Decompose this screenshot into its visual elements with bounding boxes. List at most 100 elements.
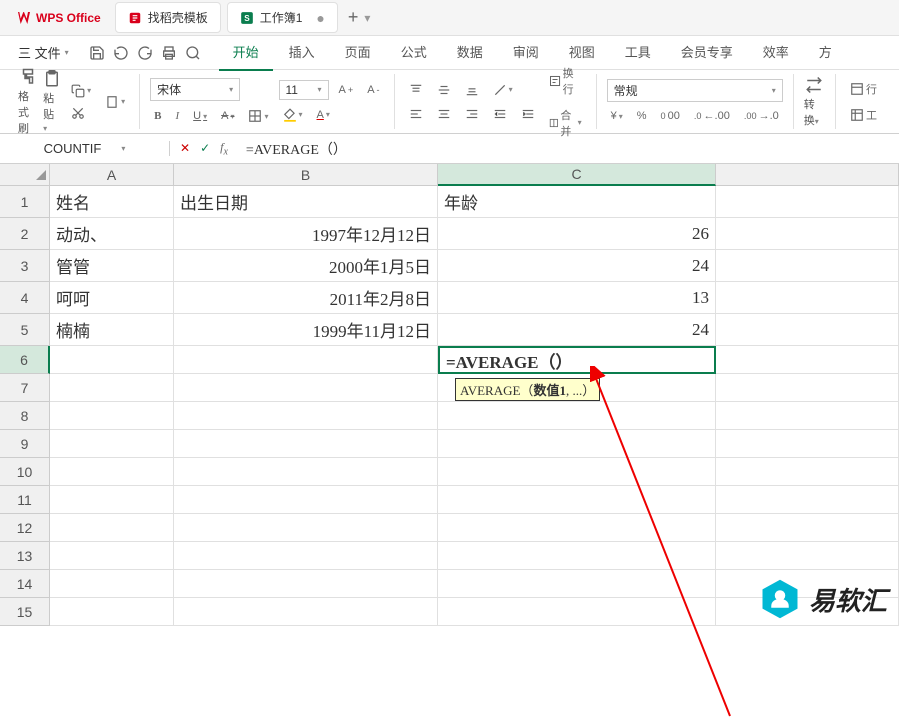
cell[interactable]: [438, 570, 716, 598]
cancel-icon[interactable]: ✕: [180, 141, 190, 155]
formula-input[interactable]: =AVERAGE（）: [238, 139, 899, 159]
cell[interactable]: [438, 402, 716, 430]
cell[interactable]: [716, 314, 899, 346]
cell[interactable]: [716, 218, 899, 250]
italic-button[interactable]: I: [171, 108, 183, 124]
new-tab-button[interactable]: +: [348, 7, 359, 28]
row-header[interactable]: 15: [0, 598, 50, 626]
cell[interactable]: 24: [438, 314, 716, 346]
cell[interactable]: [716, 346, 899, 374]
font-size-select[interactable]: 11▾: [279, 80, 329, 100]
orientation-icon[interactable]: ▾: [489, 81, 517, 99]
cell[interactable]: [716, 186, 899, 218]
cell[interactable]: [438, 598, 716, 626]
decrease-decimal-icon[interactable]: .00→.0: [740, 108, 783, 124]
indent-right-icon[interactable]: [517, 105, 539, 123]
clipboard-icon[interactable]: ▾: [101, 93, 129, 111]
tab-efficiency[interactable]: 效率: [749, 34, 803, 71]
cell[interactable]: [50, 598, 174, 626]
cell[interactable]: [438, 486, 716, 514]
increase-decimal-icon[interactable]: .0←.00: [690, 108, 734, 124]
row-header[interactable]: 10: [0, 458, 50, 486]
redo-icon[interactable]: [137, 45, 153, 61]
convert-button[interactable]: 转换▾: [804, 76, 825, 128]
cell[interactable]: 出生日期: [174, 186, 438, 218]
row-header[interactable]: 8: [0, 402, 50, 430]
cell[interactable]: 1997年12月12日: [174, 218, 438, 250]
cell[interactable]: 动动、: [50, 218, 174, 250]
cell[interactable]: [50, 402, 174, 430]
cell[interactable]: [716, 402, 899, 430]
tab-page[interactable]: 页面: [331, 34, 385, 71]
indent-left-icon[interactable]: [489, 105, 511, 123]
increase-font-icon[interactable]: A+: [335, 82, 358, 98]
cell[interactable]: [50, 458, 174, 486]
cell[interactable]: [438, 542, 716, 570]
confirm-icon[interactable]: ✓: [200, 141, 210, 155]
cell[interactable]: [174, 458, 438, 486]
cell[interactable]: [438, 346, 716, 374]
bold-button[interactable]: B: [150, 108, 165, 124]
row-header[interactable]: 6: [0, 346, 50, 374]
align-top-icon[interactable]: [405, 81, 427, 99]
col-header-c[interactable]: C: [438, 164, 716, 186]
row-col-button[interactable]: 行: [846, 79, 881, 99]
align-left-icon[interactable]: [405, 105, 427, 123]
name-box[interactable]: COUNTIF▾: [0, 141, 170, 156]
tab-insert[interactable]: 插入: [275, 34, 329, 71]
cell[interactable]: 24: [438, 250, 716, 282]
tab-member[interactable]: 会员专享: [667, 34, 747, 71]
cell[interactable]: 1999年11月12日: [174, 314, 438, 346]
cell[interactable]: [438, 458, 716, 486]
cell[interactable]: [50, 374, 174, 402]
font-family-select[interactable]: 宋体▾: [150, 78, 240, 101]
align-right-icon[interactable]: [461, 105, 483, 123]
fx-icon[interactable]: fx: [220, 140, 228, 157]
cell[interactable]: [50, 570, 174, 598]
tab-data[interactable]: 数据: [443, 34, 497, 71]
percent-icon[interactable]: %: [633, 108, 651, 124]
row-header[interactable]: 12: [0, 514, 50, 542]
row-header[interactable]: 1: [0, 186, 50, 218]
cell[interactable]: 呵呵: [50, 282, 174, 314]
cell[interactable]: 13: [438, 282, 716, 314]
decrease-font-icon[interactable]: A-: [363, 82, 383, 98]
strikethrough-button[interactable]: A▾: [217, 108, 238, 124]
cell[interactable]: [174, 486, 438, 514]
tab-close-icon[interactable]: ●: [316, 10, 324, 26]
merge-cells-button[interactable]: 合并▾: [545, 105, 586, 141]
row-header[interactable]: 9: [0, 430, 50, 458]
format-painter-button[interactable]: 格式刷: [18, 68, 37, 136]
cell[interactable]: [716, 514, 899, 542]
preview-icon[interactable]: [185, 45, 201, 61]
paste-button[interactable]: 粘贴 ▾: [43, 70, 61, 134]
row-header[interactable]: 5: [0, 314, 50, 346]
currency-icon[interactable]: ¥▾: [607, 108, 627, 124]
underline-button[interactable]: U▾: [189, 108, 211, 124]
row-header[interactable]: 3: [0, 250, 50, 282]
cell[interactable]: [716, 486, 899, 514]
cell[interactable]: [438, 430, 716, 458]
cell[interactable]: [174, 570, 438, 598]
cell[interactable]: [716, 458, 899, 486]
tab-formula[interactable]: 公式: [387, 34, 441, 71]
cell[interactable]: 管管: [50, 250, 174, 282]
cell[interactable]: [174, 430, 438, 458]
col-header-b[interactable]: B: [174, 164, 438, 186]
worksheet-button[interactable]: 工: [846, 105, 881, 125]
col-header-a[interactable]: A: [50, 164, 174, 186]
tab-menu-icon[interactable]: ▾: [364, 11, 370, 25]
cell[interactable]: [438, 514, 716, 542]
thousands-icon[interactable]: 000: [657, 108, 684, 124]
cell[interactable]: [716, 374, 899, 402]
print-icon[interactable]: [161, 45, 177, 61]
cell[interactable]: 姓名: [50, 186, 174, 218]
font-color-button[interactable]: A▾: [313, 107, 334, 123]
align-center-icon[interactable]: [433, 105, 455, 123]
align-bottom-icon[interactable]: [461, 81, 483, 99]
align-middle-icon[interactable]: [433, 81, 455, 99]
file-menu[interactable]: 三 文件 ▾: [8, 39, 79, 66]
row-header[interactable]: 7: [0, 374, 50, 402]
wrap-text-button[interactable]: 换行: [545, 63, 586, 99]
cell[interactable]: [716, 430, 899, 458]
